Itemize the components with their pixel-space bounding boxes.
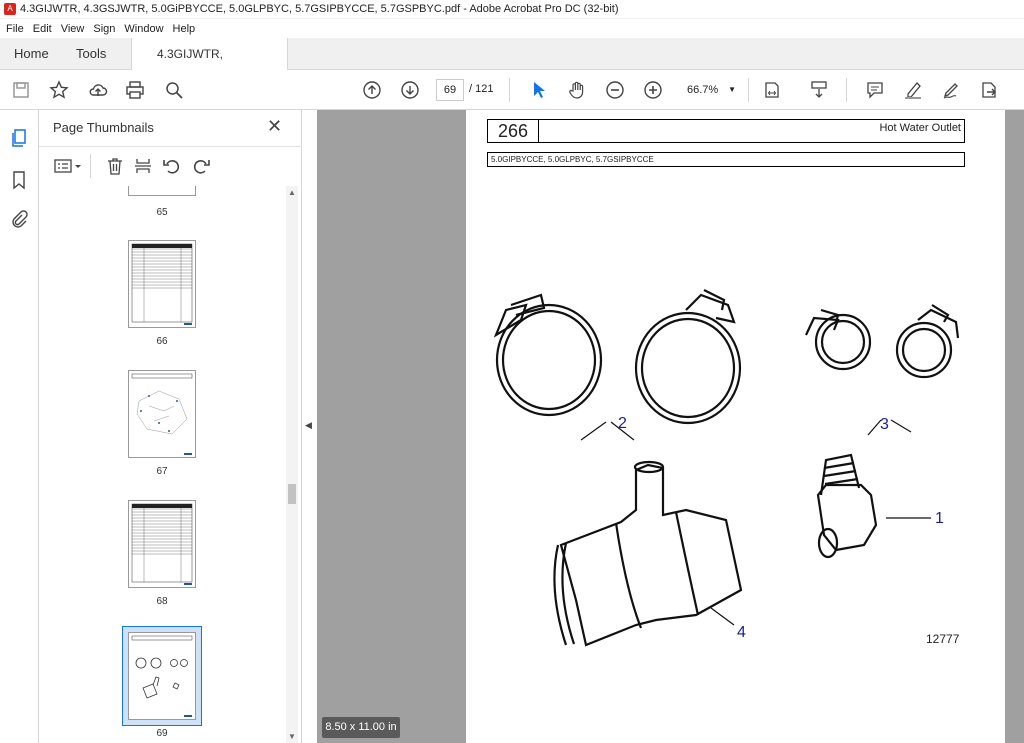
tab-bar: Home Tools 4.3GIJWTR, 4.3GSJ... xyxy=(0,38,1024,93)
thumbnail-list[interactable]: 65 66 67 68 69 xyxy=(39,186,286,743)
zoom-select[interactable]: 66.7% ▼ xyxy=(680,79,742,101)
page-title: Hot Water Outlet xyxy=(539,119,965,143)
save-icon[interactable] xyxy=(9,78,33,102)
menu-bar: File Edit View Sign Window Help xyxy=(0,19,1024,38)
extract-pages-icon[interactable] xyxy=(131,154,155,178)
callout-4: 4 xyxy=(737,624,746,641)
comment-icon[interactable] xyxy=(863,78,887,102)
page-number-input[interactable]: 69 xyxy=(436,79,464,101)
parts-drawing: 2 3 1 4 xyxy=(493,289,960,647)
page-number-label: 266 xyxy=(487,119,539,143)
thumbnail-label: 68 xyxy=(156,596,168,607)
hose-clamp-small-right xyxy=(895,321,953,379)
page-fit-icon[interactable] xyxy=(760,78,784,102)
delete-icon[interactable] xyxy=(103,154,127,178)
zoom-out-icon[interactable] xyxy=(603,78,627,102)
thumbnail-label: 66 xyxy=(156,336,168,347)
select-cursor-icon[interactable] xyxy=(527,78,551,102)
menu-window[interactable]: Window xyxy=(124,23,163,35)
tab-document[interactable]: 4.3GIJWTR, 4.3GSJ... xyxy=(131,38,288,93)
previous-page-icon[interactable] xyxy=(360,78,384,102)
separator xyxy=(846,78,847,102)
thumbnail-label: 67 xyxy=(156,466,168,477)
menu-file[interactable]: File xyxy=(6,23,24,35)
tab-home[interactable]: Home xyxy=(0,38,63,70)
cloud-upload-icon[interactable] xyxy=(86,78,110,102)
callout-3: 3 xyxy=(880,416,889,433)
scroll-mode-icon[interactable] xyxy=(807,78,831,102)
print-icon[interactable] xyxy=(123,78,147,102)
page-size-indicator: 8.50 x 11.00 in xyxy=(322,717,400,738)
bookmark-icon[interactable] xyxy=(9,170,29,190)
separator xyxy=(748,78,749,102)
thumbnail-toolbar xyxy=(39,146,302,184)
zoom-in-icon[interactable] xyxy=(641,78,665,102)
menu-sign[interactable]: Sign xyxy=(93,23,115,35)
hose-clamp-large-right xyxy=(634,311,742,425)
scroll-up-icon[interactable]: ▲ xyxy=(288,188,296,197)
zoom-value: 66.7% xyxy=(687,84,719,96)
separator xyxy=(90,154,91,178)
separator xyxy=(509,78,510,102)
toolbar: 69 / 121 66.7% ▼ xyxy=(0,70,1024,110)
close-icon[interactable]: ✕ xyxy=(267,116,282,137)
title-bar: A 4.3GIJWTR, 4.3GSJWTR, 5.0GiPBYCCE, 5.0… xyxy=(0,0,1024,19)
page-thumbnails-panel: Page Thumbnails ✕ 65 66 67 68 69 ▲ ▼ xyxy=(39,110,302,743)
collapse-left-icon[interactable]: ◀ xyxy=(305,420,312,431)
tab-tools[interactable]: Tools xyxy=(62,38,120,70)
panel-collapse-handle[interactable]: ◀ xyxy=(302,110,317,743)
callout-1: 1 xyxy=(935,510,944,527)
chevron-down-icon: ▼ xyxy=(728,85,736,94)
sign-icon[interactable] xyxy=(939,78,963,102)
hose-clamp-small-left xyxy=(814,313,872,371)
scroll-down-icon[interactable]: ▼ xyxy=(288,732,296,741)
menu-view[interactable]: View xyxy=(61,23,85,35)
left-navigation-rail xyxy=(0,110,39,743)
highlight-pen-icon[interactable] xyxy=(901,78,925,102)
thumbnail-page-67[interactable] xyxy=(128,370,196,458)
pdf-app-icon: A xyxy=(4,3,16,15)
thumbnail-scrollbar[interactable]: ▲ ▼ xyxy=(286,186,298,743)
hand-tool-icon[interactable] xyxy=(565,78,589,102)
thumbnail-page-66[interactable] xyxy=(128,240,196,328)
figure-number: 12777 xyxy=(926,632,960,646)
panel-title: Page Thumbnails xyxy=(53,120,154,135)
rotate-clockwise-icon[interactable] xyxy=(189,154,213,178)
page-total: / 121 xyxy=(469,83,494,95)
hose-clamp-large-left xyxy=(495,303,603,417)
star-icon[interactable] xyxy=(47,78,71,102)
hot-water-outlet-pipe xyxy=(559,463,743,647)
export-share-icon[interactable] xyxy=(977,78,1001,102)
thumbnail-page-65[interactable] xyxy=(128,186,196,196)
thumbnail-label: 65 xyxy=(156,207,168,218)
pdf-page: 266 Hot Water Outlet 5.0GIPBYCCE, 5.0GLP… xyxy=(466,110,1005,743)
menu-edit[interactable]: Edit xyxy=(33,23,52,35)
thumbnail-page-69[interactable] xyxy=(128,632,196,720)
search-icon[interactable] xyxy=(162,78,186,102)
options-menu-icon[interactable] xyxy=(51,154,85,178)
window-title: 4.3GIJWTR, 4.3GSJWTR, 5.0GiPBYCCE, 5.0GL… xyxy=(20,3,619,15)
scrollbar-thumb[interactable] xyxy=(288,484,296,504)
thumbnail-page-68[interactable] xyxy=(128,500,196,588)
attachment-icon[interactable] xyxy=(9,209,29,229)
callout-2: 2 xyxy=(618,415,627,432)
document-view[interactable]: 266 Hot Water Outlet 5.0GIPBYCCE, 5.0GLP… xyxy=(317,110,1024,743)
elbow-fitting xyxy=(816,483,878,552)
rotate-counterclockwise-icon[interactable] xyxy=(160,154,184,178)
menu-help[interactable]: Help xyxy=(173,23,196,35)
page-thumbnails-icon[interactable] xyxy=(9,128,29,148)
next-page-icon[interactable] xyxy=(398,78,422,102)
engine-models: 5.0GIPBYCCE, 5.0GLPBYC, 5.7GSIPBYCCE xyxy=(487,152,965,167)
thumbnail-label: 69 xyxy=(156,728,168,739)
